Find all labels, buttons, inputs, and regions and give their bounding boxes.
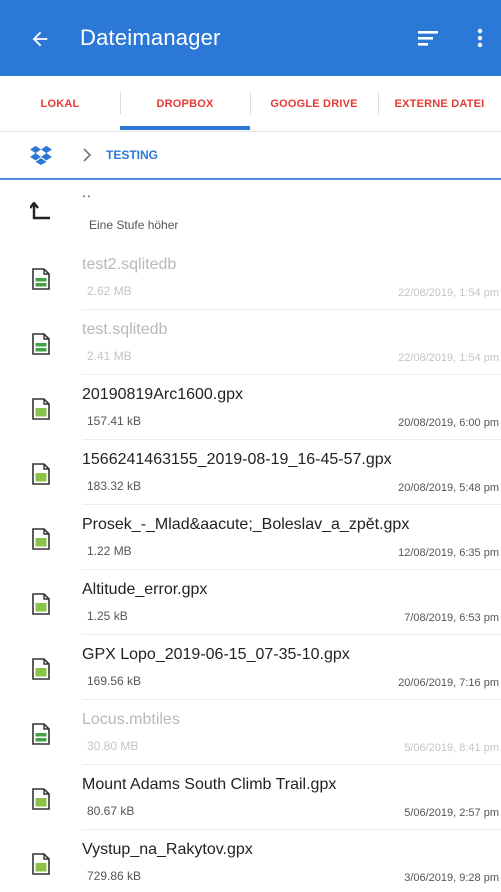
file-size: 2.41 MB xyxy=(87,349,132,363)
chevron-right-icon xyxy=(83,148,92,162)
file-date: 3/06/2019, 9:28 pm xyxy=(404,872,499,884)
arrow-left-icon xyxy=(32,31,48,47)
list-item[interactable]: Mount Adams South Climb Trail.gpx 80.67 … xyxy=(0,765,501,830)
file-date: 20/06/2019, 7:16 pm xyxy=(398,677,499,689)
file-size: 80.67 kB xyxy=(87,804,135,818)
file-date: 7/08/2019, 6:53 pm xyxy=(404,612,499,624)
file-date: 22/08/2019, 1:54 pm xyxy=(398,352,499,364)
tab-label: GOOGLE DRIVE xyxy=(270,97,358,110)
more-options-button[interactable] xyxy=(470,24,490,52)
dropbox-icon[interactable] xyxy=(30,145,52,165)
breadcrumb: TESTING xyxy=(0,132,501,178)
file-name: .. xyxy=(82,184,92,200)
gpx-file-icon xyxy=(32,593,50,615)
file-size: 30.80 MB xyxy=(87,739,139,753)
list-item[interactable]: GPX Lopo_2019-06-15_07-35-10.gpx 169.56 … xyxy=(0,635,501,700)
file-size: 157.41 kB xyxy=(87,414,142,428)
breadcrumb-folder[interactable]: TESTING xyxy=(106,132,158,178)
gpx-file-icon xyxy=(32,853,50,875)
file-name: 1566241463155_2019-08-19_16-45-57.gpx xyxy=(82,451,392,468)
gpx-file-icon xyxy=(32,463,50,485)
file-list: .. Eine Stufe höher test2.sqlitedb 2.62 … xyxy=(0,180,501,892)
file-date: 12/08/2019, 6:35 pm xyxy=(398,547,499,559)
file-size: 2.62 MB xyxy=(87,284,132,298)
tab-label: EXTERNE DATEI xyxy=(394,97,485,110)
gpx-file-icon xyxy=(32,788,50,810)
list-item[interactable]: Prosek_-_Mlad&aacute;_Boleslav_a_zpět.gp… xyxy=(0,505,501,570)
gpx-file-icon xyxy=(32,398,50,420)
file-name: Mount Adams South Climb Trail.gpx xyxy=(82,776,337,793)
file-description: Eine Stufe höher xyxy=(89,218,179,232)
file-name: Locus.mbtiles xyxy=(82,711,180,728)
database-file-icon xyxy=(32,268,50,290)
storage-tabs: LOKAL DROPBOX GOOGLE DRIVE EXTERNE DATEI xyxy=(0,76,501,132)
app-bar: Dateimanager xyxy=(0,0,501,76)
page-title: Dateimanager xyxy=(80,25,221,50)
file-date: 5/06/2019, 8:41 pm xyxy=(404,742,499,754)
file-date: 20/08/2019, 5:48 pm xyxy=(398,482,499,494)
file-name: GPX Lopo_2019-06-15_07-35-10.gpx xyxy=(82,646,350,663)
list-item[interactable]: Locus.mbtiles 30.80 MB 5/06/2019, 8:41 p… xyxy=(0,700,501,765)
database-file-icon xyxy=(32,723,50,745)
list-item[interactable]: test2.sqlitedb 2.62 MB 22/08/2019, 1:54 … xyxy=(0,245,501,310)
file-name: Altitude_error.gpx xyxy=(82,581,208,598)
file-name: Vystup_na_Rakytov.gpx xyxy=(82,841,253,858)
file-date: 20/08/2019, 6:00 pm xyxy=(398,417,499,429)
file-size: 1.25 kB xyxy=(87,609,128,623)
list-item[interactable]: Altitude_error.gpx 1.25 kB 7/08/2019, 6:… xyxy=(0,570,501,635)
list-item[interactable]: Vystup_na_Rakytov.gpx 729.86 kB 3/06/201… xyxy=(0,830,501,892)
file-size: 729.86 kB xyxy=(87,869,142,883)
gpx-file-icon xyxy=(32,658,50,680)
file-manager-screen: Dateimanager LOKAL DROPBOX GOOGLE DRIVE … xyxy=(0,0,501,892)
list-item-parent-folder[interactable]: .. Eine Stufe höher xyxy=(0,180,501,245)
more-vert-icon xyxy=(477,28,483,48)
tab-google-drive[interactable]: GOOGLE DRIVE xyxy=(250,76,378,131)
list-item[interactable]: 20190819Arc1600.gpx 157.41 kB 20/08/2019… xyxy=(0,375,501,440)
active-tab-indicator xyxy=(120,126,250,130)
tab-externe-datei[interactable]: EXTERNE DATEI xyxy=(378,76,501,131)
database-file-icon xyxy=(32,333,50,355)
file-size: 183.32 kB xyxy=(87,479,142,493)
file-size: 1.22 MB xyxy=(87,544,132,558)
back-button[interactable] xyxy=(24,23,56,55)
file-name: test.sqlitedb xyxy=(82,321,168,338)
list-item[interactable]: test.sqlitedb 2.41 MB 22/08/2019, 1:54 p… xyxy=(0,310,501,375)
file-date: 22/08/2019, 1:54 pm xyxy=(398,287,499,299)
gpx-file-icon xyxy=(32,528,50,550)
file-name: Prosek_-_Mlad&aacute;_Boleslav_a_zpět.gp… xyxy=(82,516,410,533)
tab-label: DROPBOX xyxy=(156,97,214,110)
level-up-icon xyxy=(30,202,50,220)
tab-dropbox[interactable]: DROPBOX xyxy=(120,76,250,131)
file-name: 20190819Arc1600.gpx xyxy=(82,386,244,403)
sort-button[interactable] xyxy=(414,24,442,52)
list-item[interactable]: 1566241463155_2019-08-19_16-45-57.gpx 18… xyxy=(0,440,501,505)
file-name: test2.sqlitedb xyxy=(82,256,177,273)
sort-icon xyxy=(418,31,438,46)
file-size: 169.56 kB xyxy=(87,674,142,688)
tab-lokal[interactable]: LOKAL xyxy=(0,76,120,131)
file-date: 5/06/2019, 2:57 pm xyxy=(404,807,499,819)
tab-label: LOKAL xyxy=(40,97,80,110)
